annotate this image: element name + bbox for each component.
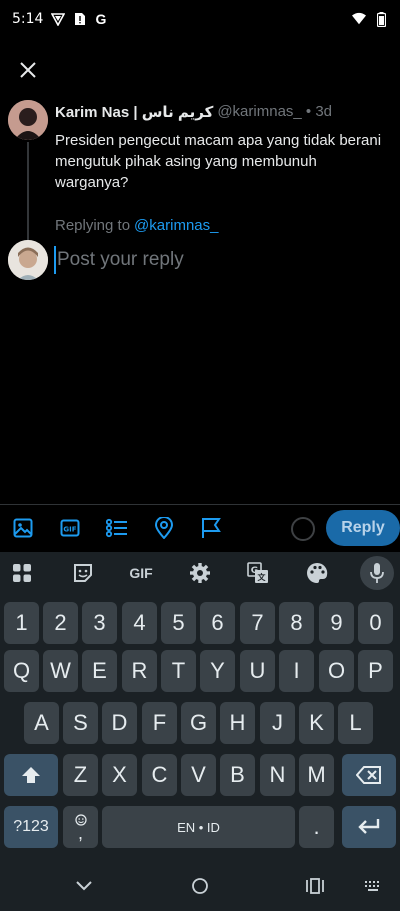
reply-input[interactable] <box>54 246 384 274</box>
sticker-icon[interactable] <box>70 560 96 586</box>
key-6[interactable]: 6 <box>200 602 235 644</box>
key-j[interactable]: J <box>260 702 295 744</box>
key-u[interactable]: U <box>240 650 275 692</box>
key-y[interactable]: Y <box>200 650 235 692</box>
settings-icon[interactable] <box>187 560 213 586</box>
key-g[interactable]: G <box>181 702 216 744</box>
keyboard-toolbar: GIF G文 <box>0 552 400 594</box>
key-a[interactable]: A <box>24 702 59 744</box>
replying-to: Replying to @karimnas_ <box>55 217 218 234</box>
enter-icon <box>358 819 380 834</box>
gif-icon[interactable]: GIF <box>58 516 82 540</box>
shift-icon <box>22 767 40 783</box>
flag-icon[interactable] <box>199 516 223 540</box>
key-h[interactable]: H <box>220 702 255 744</box>
character-count-ring <box>291 517 315 541</box>
keyboard: GIF G文 1 2 3 4 5 6 7 8 9 0 Q W E R T Y U… <box>0 552 400 861</box>
key-m[interactable]: M <box>299 754 334 796</box>
key-8[interactable]: 8 <box>279 602 314 644</box>
key-1[interactable]: 1 <box>4 602 39 644</box>
wifi-icon <box>352 12 366 26</box>
tweet-header: Karim Nas | كريم ناس @karimnas_ • 3d <box>55 103 332 121</box>
key-z[interactable]: Z <box>63 754 98 796</box>
reply-button[interactable]: Reply <box>326 510 400 546</box>
key-b[interactable]: B <box>220 754 255 796</box>
my-avatar <box>8 240 48 280</box>
close-button[interactable] <box>14 56 42 84</box>
status-bar: 5:14 G <box>0 0 400 38</box>
key-o[interactable]: O <box>319 650 354 692</box>
key-w[interactable]: W <box>43 650 78 692</box>
period-key[interactable]: . <box>299 806 334 848</box>
navigation-bar <box>0 861 400 911</box>
thread-line <box>27 142 29 240</box>
key-2[interactable]: 2 <box>43 602 78 644</box>
key-9[interactable]: 9 <box>319 602 354 644</box>
key-0[interactable]: 0 <box>358 602 393 644</box>
key-v[interactable]: V <box>181 754 216 796</box>
key-5[interactable]: 5 <box>161 602 196 644</box>
key-p[interactable]: P <box>358 650 393 692</box>
key-t[interactable]: T <box>161 650 196 692</box>
key-n[interactable]: N <box>260 754 295 796</box>
backspace-key[interactable] <box>342 754 396 796</box>
google-g-icon: G <box>95 11 107 27</box>
keyboard-switch-icon[interactable] <box>362 875 384 897</box>
hide-keyboard-icon[interactable] <box>73 875 95 897</box>
location-icon[interactable] <box>152 516 176 540</box>
tweet-text: Presiden pengecut macam apa yang tidak b… <box>55 132 382 191</box>
sim-alert-icon <box>73 12 87 26</box>
key-4[interactable]: 4 <box>122 602 157 644</box>
svg-text:GIF: GIF <box>63 526 76 534</box>
author-avatar[interactable] <box>8 100 48 140</box>
poll-icon[interactable] <box>105 516 129 540</box>
status-time: 5:14 <box>12 11 44 27</box>
key-r[interactable]: R <box>122 650 157 692</box>
comma-label: , <box>77 823 83 843</box>
keyboard-gif-button[interactable]: GIF <box>126 560 156 586</box>
image-icon[interactable] <box>11 516 35 540</box>
vpn-shield-icon <box>51 12 66 26</box>
recents-icon[interactable] <box>304 875 326 897</box>
key-q[interactable]: Q <box>4 650 39 692</box>
key-i[interactable]: I <box>279 650 314 692</box>
translate-icon[interactable]: G文 <box>245 560 271 586</box>
battery-icon <box>374 11 388 27</box>
key-c[interactable]: C <box>142 754 177 796</box>
apps-grid-icon[interactable] <box>9 560 35 586</box>
backspace-icon <box>356 766 381 784</box>
space-key[interactable]: EN • ID <box>102 806 295 848</box>
key-d[interactable]: D <box>102 702 137 744</box>
key-s[interactable]: S <box>63 702 98 744</box>
home-icon[interactable] <box>189 875 211 897</box>
enter-key[interactable] <box>342 806 396 848</box>
symbols-key[interactable]: ?123 <box>4 806 58 848</box>
palette-icon[interactable] <box>304 560 330 586</box>
key-x[interactable]: X <box>102 754 137 796</box>
close-icon <box>20 62 36 78</box>
key-f[interactable]: F <box>142 702 177 744</box>
svg-text:文: 文 <box>258 572 267 582</box>
mic-icon <box>364 560 390 586</box>
key-l[interactable]: L <box>338 702 373 744</box>
key-3[interactable]: 3 <box>82 602 117 644</box>
author-name[interactable]: Karim Nas | كريم ناس <box>55 103 213 121</box>
comma-key[interactable]: , <box>63 806 98 848</box>
replying-to-label: Replying to <box>55 217 131 234</box>
replying-to-handle[interactable]: @karimnas_ <box>134 217 218 234</box>
key-7[interactable]: 7 <box>240 602 275 644</box>
shift-key[interactable] <box>4 754 58 796</box>
key-e[interactable]: E <box>82 650 117 692</box>
author-handle-time: @karimnas_ • 3d <box>217 103 333 120</box>
key-k[interactable]: K <box>299 702 334 744</box>
